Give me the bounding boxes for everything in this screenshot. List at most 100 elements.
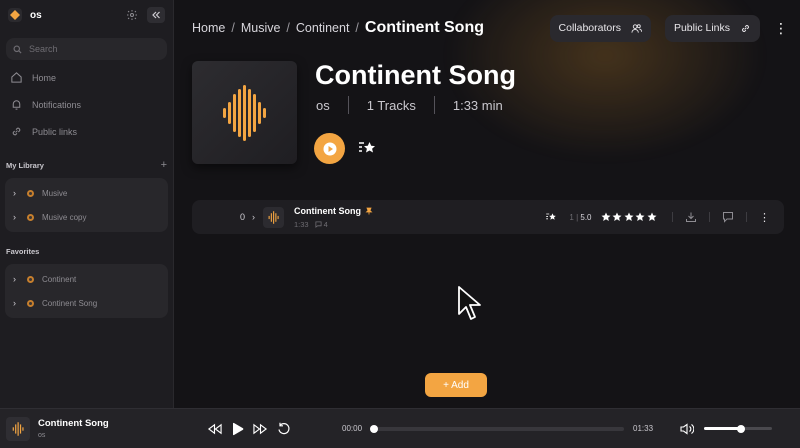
sidebar-header: os <box>0 0 173 30</box>
pin-icon <box>365 207 373 214</box>
breadcrumb-current: Continent Song <box>364 19 484 36</box>
volume-icon[interactable] <box>680 422 695 435</box>
workspace-name[interactable]: os <box>30 10 42 21</box>
volume-knob[interactable] <box>737 424 746 433</box>
favorites-item-continent-song[interactable]: › Continent Song <box>5 291 168 315</box>
track-more-options-icon[interactable]: ⋮ <box>759 211 770 224</box>
player-thumbnail <box>6 416 30 441</box>
library-item-label: Musive <box>42 188 68 198</box>
search-input[interactable]: Search <box>6 38 167 60</box>
public-links-button[interactable]: Public Links <box>664 14 760 42</box>
my-library-header: My Library + <box>0 156 173 174</box>
play-icon <box>233 422 244 435</box>
sidebar-item-label: Notifications <box>32 99 82 110</box>
favorites-item-label: Continent Song <box>42 298 98 308</box>
expand-chevron-icon[interactable]: › <box>252 212 255 222</box>
sidebar-item-home[interactable]: Home <box>0 64 173 91</box>
track-thumbnail <box>263 206 284 228</box>
player-info: Continent Song os <box>38 418 203 439</box>
row-divider <box>746 212 747 222</box>
row-divider <box>672 212 673 222</box>
breadcrumb: Home / Musive / Continent / Continent So… <box>192 19 484 37</box>
star-icon[interactable] <box>647 212 657 222</box>
item-dot-icon <box>27 213 34 221</box>
track-name[interactable]: Continent Song <box>294 206 361 216</box>
track-number: 0 <box>239 212 245 222</box>
fast-forward-button[interactable] <box>253 423 268 435</box>
star-icon[interactable] <box>601 212 611 222</box>
search-placeholder: Search <box>29 44 58 54</box>
track-row[interactable]: 0 › Continent Song 1:33 4 1 | 5.0 ⋮ <box>192 200 784 234</box>
top-bar: Home / Musive / Continent / Continent So… <box>192 14 788 42</box>
player-title[interactable]: Continent Song <box>38 418 203 429</box>
comment-icon[interactable] <box>722 211 734 223</box>
favorites-list: › Continent › Continent Song <box>5 264 168 318</box>
rewind-button[interactable] <box>207 423 222 435</box>
download-icon[interactable] <box>685 211 697 223</box>
breadcrumb-separator: / <box>231 21 235 35</box>
chevron-right-icon[interactable]: › <box>13 188 21 198</box>
waveform-icon <box>222 84 266 141</box>
meta-divider <box>347 96 349 114</box>
comment-icon <box>315 220 322 228</box>
settings-gear-icon[interactable] <box>123 6 141 24</box>
song-title: Continent Song <box>315 60 516 90</box>
track-info: Continent Song 1:33 4 <box>294 206 373 229</box>
favorites-item-label: Continent <box>42 274 77 284</box>
total-time: 01:33 <box>633 424 654 433</box>
track-length: 1:33 <box>294 219 309 229</box>
breadcrumb-musive[interactable]: Musive <box>241 21 281 35</box>
main-content: Home / Musive / Continent / Continent So… <box>175 0 800 408</box>
chevron-right-icon[interactable]: › <box>13 212 21 222</box>
replay-icon <box>278 422 290 434</box>
add-library-plus-icon[interactable]: + <box>161 159 167 171</box>
breadcrumb-separator: / <box>286 21 290 35</box>
player-artist[interactable]: os <box>38 432 203 439</box>
song-cover-art <box>192 61 297 164</box>
sidebar-nav: Home Notifications Public links <box>0 64 173 145</box>
replay-button[interactable] <box>277 422 291 436</box>
song-owner[interactable]: os <box>316 98 330 113</box>
bell-icon <box>12 100 21 110</box>
breadcrumb-home[interactable]: Home <box>192 21 225 35</box>
star-rating[interactable] <box>601 212 659 222</box>
library-item-musive[interactable]: › Musive <box>5 181 168 205</box>
star-icon[interactable] <box>624 212 634 222</box>
star-icon[interactable] <box>635 212 645 222</box>
player-play-button[interactable] <box>231 422 244 436</box>
breadcrumb-separator: / <box>355 21 359 35</box>
chevron-right-icon[interactable]: › <box>13 298 21 308</box>
collaborators-label: Collaborators <box>558 22 621 34</box>
progress-slider[interactable] <box>369 424 625 433</box>
public-links-label: Public Links <box>673 22 730 34</box>
favorites-item-continent[interactable]: › Continent <box>5 267 168 291</box>
player-bar: Continent Song os 00:00 01:33 <box>0 408 800 448</box>
sidebar-item-notifications[interactable]: Notifications <box>0 91 173 118</box>
volume-slider[interactable] <box>704 424 773 433</box>
progress-knob[interactable] <box>369 424 378 433</box>
sidebar-item-label: Public links <box>32 126 78 137</box>
favorites-title: Favorites <box>6 246 40 256</box>
library-item-musive-copy[interactable]: › Musive copy <box>5 205 168 229</box>
workspace-logo-icon[interactable] <box>8 8 22 22</box>
item-dot-icon <box>27 299 34 307</box>
waveform-icon <box>12 421 24 436</box>
more-options-icon[interactable]: ⋮ <box>774 20 788 37</box>
sidebar-item-public-links[interactable]: Public links <box>0 118 173 145</box>
favorite-star-list-icon[interactable] <box>545 211 557 223</box>
song-track-count: 1 Tracks <box>366 97 416 113</box>
link-icon <box>12 127 21 136</box>
library-list: › Musive › Musive copy <box>5 178 168 232</box>
collaborators-button[interactable]: Collaborators <box>549 14 651 42</box>
star-icon[interactable] <box>612 212 622 222</box>
play-icon <box>323 142 336 155</box>
collapse-sidebar-chevrons-icon[interactable] <box>147 7 165 23</box>
add-button[interactable]: + Add <box>425 373 487 397</box>
play-button[interactable] <box>314 133 345 164</box>
chevron-right-icon[interactable]: › <box>13 274 21 284</box>
library-item-label: Musive copy <box>42 212 87 222</box>
link-icon <box>742 24 749 32</box>
favorite-star-list-icon[interactable] <box>357 138 377 158</box>
sidebar: os Search Home Notifications Public link… <box>0 0 174 408</box>
breadcrumb-continent[interactable]: Continent <box>296 21 350 35</box>
